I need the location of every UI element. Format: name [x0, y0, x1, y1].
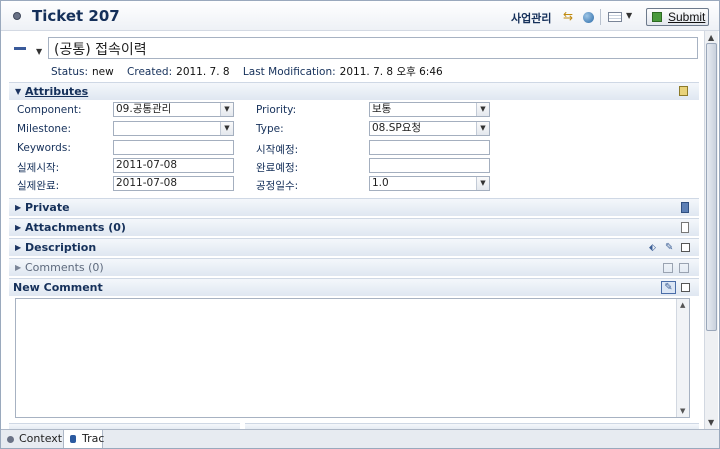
private-title: Private: [25, 201, 70, 214]
description-title: Description: [25, 241, 97, 254]
planned-end-label: 완료예정:: [256, 162, 299, 174]
milestone-select[interactable]: ▼: [113, 121, 234, 136]
created-value: 2011. 7. 8: [176, 66, 230, 78]
chevron-down-icon: ▼: [476, 103, 489, 116]
ticket-icon: [13, 12, 21, 20]
private-section-header[interactable]: ▶ Private: [9, 198, 699, 216]
priority-select[interactable]: 보통 ▼: [369, 102, 490, 117]
created-label: Created:: [127, 66, 173, 78]
repository-name: 사업관리: [511, 12, 552, 25]
component-value: 09.공통관리: [116, 103, 172, 115]
globe-icon[interactable]: [583, 12, 594, 23]
chevron-down-icon[interactable]: ▼: [626, 11, 632, 20]
status-label: Status:: [51, 66, 88, 78]
editor-scrollbar[interactable]: ▲ ▼: [704, 31, 718, 429]
component-select[interactable]: 09.공통관리 ▼: [113, 102, 234, 117]
effort-label: 공정일수:: [256, 180, 299, 192]
planned-start-label: 시작예정:: [256, 144, 299, 156]
keywords-input[interactable]: [113, 140, 234, 155]
chevron-down-icon: ▼: [220, 103, 233, 116]
actual-start-input[interactable]: 2011-07-08: [113, 158, 234, 173]
keywords-label: Keywords:: [17, 142, 71, 154]
tab-context[interactable]: Context: [1, 430, 63, 448]
planned-start-input[interactable]: [369, 140, 490, 155]
ticket-meta: Status: new Created: 2011. 7. 8 Last Modif…: [51, 64, 453, 79]
expanded-icon: ▼: [15, 87, 22, 96]
tab-context-label: Context: [19, 432, 63, 445]
type-value: 08.SP요청: [372, 122, 422, 134]
chevron-down-icon: ▼: [476, 177, 489, 190]
collapsed-icon: ▶: [15, 203, 22, 212]
submit-label: Submit: [668, 10, 706, 24]
view-menu-icon[interactable]: [608, 12, 622, 22]
collapse-comments-icon[interactable]: [663, 263, 673, 273]
status-value: new: [92, 66, 114, 78]
context-icon: [7, 436, 14, 443]
editor-header: Ticket 207 사업관리 ⇆ ▼ Submit: [1, 1, 719, 31]
collapsed-icon: ▶: [15, 243, 22, 252]
chevron-down-icon: ▼: [476, 122, 489, 135]
tab-trac[interactable]: Trac: [63, 430, 105, 448]
new-comment-title: New Comment: [13, 281, 103, 294]
chevron-down-icon: ▼: [220, 122, 233, 135]
scroll-up-icon[interactable]: ▲: [708, 33, 714, 42]
editor-bottom-tabs: Context Trac: [1, 429, 719, 448]
effort-select[interactable]: 1.0 ▼: [369, 176, 490, 191]
maximize-icon[interactable]: [681, 283, 690, 292]
modified-value: 2011. 7. 8 오후 6:46: [339, 66, 443, 78]
attach-file-icon[interactable]: [681, 222, 689, 233]
chevron-down-icon[interactable]: ▼: [36, 47, 42, 56]
edit-icon[interactable]: ✎: [661, 281, 676, 294]
effort-value: 1.0: [372, 177, 389, 189]
planned-end-input[interactable]: [369, 158, 490, 173]
ticket-editor-window: Ticket 207 사업관리 ⇆ ▼ Submit ▼ (공통) 접속이력 S…: [0, 0, 720, 449]
page-title: Ticket 207: [32, 7, 120, 25]
submit-button[interactable]: Submit: [646, 8, 709, 26]
attributes-title: Attributes: [25, 85, 89, 98]
milestone-label: Milestone:: [17, 123, 72, 135]
attribute-editor-icon[interactable]: [679, 86, 688, 96]
sync-icon[interactable]: ⇆: [563, 10, 576, 23]
comment-scrollbar[interactable]: ▲ ▼: [676, 299, 689, 417]
comments-title: Comments (0): [25, 261, 104, 274]
modified-label: Last Modification:: [242, 66, 336, 78]
maximize-icon[interactable]: [681, 243, 690, 252]
actual-end-label: 실제완료:: [17, 180, 60, 192]
attachments-title: Attachments (0): [25, 221, 126, 234]
component-label: Component:: [17, 104, 82, 116]
tab-trac-label: Trac: [82, 432, 105, 445]
actual-end-input[interactable]: 2011-07-08: [113, 176, 234, 191]
edit-icon[interactable]: ✎: [665, 242, 675, 253]
attachments-section-header[interactable]: ▶ Attachments (0): [9, 218, 699, 236]
collapsed-icon: ▶: [15, 263, 22, 272]
expand-comments-icon[interactable]: [679, 263, 689, 273]
trac-icon: [70, 435, 76, 443]
submit-icon: [652, 12, 662, 22]
new-comment-section-header: New Comment ✎: [9, 278, 699, 296]
toolbar-separator: [600, 9, 601, 25]
private-notes-icon[interactable]: [681, 202, 689, 213]
description-section-header[interactable]: ▶ Description ⬖ ✎: [9, 238, 699, 256]
scrollbar-thumb[interactable]: [706, 43, 717, 331]
attributes-section-header[interactable]: ▼ Attributes: [9, 82, 699, 100]
summary-field[interactable]: (공통) 접속이력: [48, 37, 698, 59]
new-comment-textarea[interactable]: ▲ ▼: [15, 298, 690, 418]
actual-start-label: 실제시작:: [17, 162, 60, 174]
collapsed-icon: ▶: [15, 223, 22, 232]
collapse-all-icon[interactable]: [14, 47, 26, 50]
scroll-down-icon[interactable]: ▼: [708, 418, 714, 427]
scroll-up-icon[interactable]: ▲: [680, 301, 685, 309]
comments-section-header[interactable]: ▶ Comments (0): [9, 258, 699, 276]
scroll-down-icon[interactable]: ▼: [680, 407, 685, 415]
reply-icon[interactable]: ⬖: [649, 243, 659, 254]
type-select[interactable]: 08.SP요청 ▼: [369, 121, 490, 136]
priority-value: 보통: [372, 103, 392, 115]
type-label: Type:: [256, 123, 284, 135]
priority-label: Priority:: [256, 104, 297, 116]
